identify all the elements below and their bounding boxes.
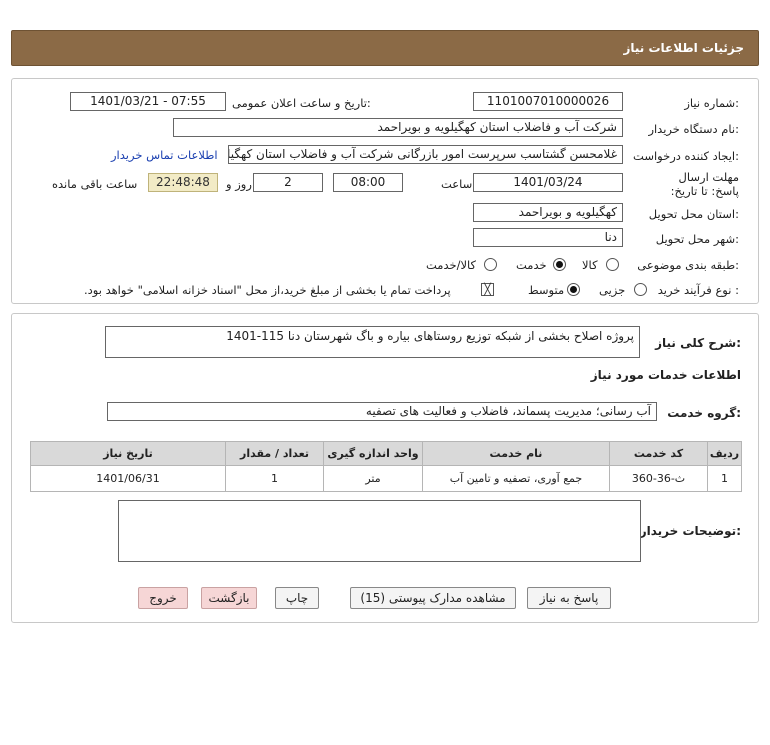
view-attachments-button[interactable]: مشاهده مدارک پیوستی (15) [350, 587, 516, 609]
city-label: شهر محل تحویل: [655, 232, 739, 246]
deadline-date-field: 1401/03/24 [473, 173, 623, 192]
category-service-label: خدمت [516, 258, 547, 272]
category-service-radio[interactable] [553, 258, 566, 271]
treasury-payment-checkbox[interactable]: ╳ [481, 283, 494, 296]
process-partial-radio[interactable] [634, 283, 647, 296]
service-group-field: آب رسانی؛ مدیریت پسماند، فاضلاب و فعالیت… [107, 402, 657, 421]
col-service-code-header: کد خدمت [609, 441, 708, 466]
print-button[interactable]: چاپ [275, 587, 319, 609]
announce-datetime-field: 1401/03/21 - 07:55 [70, 92, 226, 111]
category-goods-label: کالا [582, 258, 598, 272]
category-label: طبقه بندی موضوعی: [637, 258, 739, 272]
back-button[interactable]: بازگشت [201, 587, 257, 609]
buyer-notes-field [118, 500, 641, 562]
table-header-row: ردیف کد خدمت نام خدمت واحد اندازه گیری ت… [30, 441, 742, 466]
page-header: جزئیات اطلاعات نیاز [11, 30, 759, 66]
process-medium-label: متوسط [528, 283, 565, 297]
summary-field: پروژه اصلاح بخشی از شبکه توزیع روستاهای … [105, 326, 640, 358]
buyer-org-field: شرکت آب و فاضلاب استان کهگیلویه و بویراح… [173, 118, 623, 137]
page-title: جزئیات اطلاعات نیاز [623, 41, 744, 55]
deadline-time-field: 08:00 [333, 173, 403, 192]
col-service-name-header: نام خدمت [422, 441, 610, 466]
need-number-label: شماره نیاز: [684, 96, 739, 110]
col-unit-header: واحد اندازه گیری [323, 441, 423, 466]
remaining-time-field: 22:48:48 [148, 173, 218, 192]
col-row-header: ردیف [707, 441, 742, 466]
category-goods-service-label: کالا/خدمت [426, 258, 477, 272]
services-table: ردیف کد خدمت نام خدمت واحد اندازه گیری ت… [30, 441, 742, 492]
need-details-panel: شرح کلی نیاز: پروژه اصلاح بخشی از شبکه ت… [11, 313, 759, 623]
category-goods-service-radio[interactable] [484, 258, 497, 271]
need-date-cell: 1401/06/31 [30, 465, 226, 492]
need-number-field: 1101007010000026 [473, 92, 623, 111]
col-quantity-header: تعداد / مقدار [225, 441, 324, 466]
remaining-time-label: ساعت باقی مانده [52, 177, 138, 191]
province-field: کهگیلویه و بویراحمد [473, 203, 623, 222]
requester-field: غلامحسن گشتاسب سرپرست امور بازرگانی شرکت… [228, 145, 623, 164]
announce-datetime-label: تاریخ و ساعت اعلان عمومی: [232, 96, 371, 110]
row-number-cell: 1 [707, 465, 742, 492]
exit-button[interactable]: خروج [138, 587, 188, 609]
summary-label: شرح کلی نیاز: [655, 336, 741, 350]
deadline-time-label: ساعت [441, 177, 473, 191]
city-field: دنا [473, 228, 623, 247]
buyer-notes-label: توضیحات خریدار: [639, 524, 741, 538]
days-remaining-field: 2 [253, 173, 323, 192]
quantity-cell: 1 [225, 465, 324, 492]
buyer-contact-link[interactable]: اطلاعات تماس خریدار [111, 148, 218, 162]
process-medium-radio[interactable] [567, 283, 580, 296]
process-partial-label: جزیی [599, 283, 626, 297]
services-heading: اطلاعات خدمات مورد نیاز [590, 368, 741, 382]
deadline-label: مهلت ارسال پاسخ: تا تاریخ: [670, 170, 739, 198]
table-row: 1 ث-36-360 جمع آوری، تصفیه و تامین آب مت… [30, 465, 742, 492]
need-info-panel: شماره نیاز: 1101007010000026 تاریخ و ساع… [11, 78, 759, 304]
treasury-payment-note: پرداخت تمام یا بخشی از مبلغ خرید،از محل … [84, 283, 451, 297]
buyer-org-label: نام دستگاه خریدار: [648, 122, 739, 136]
days-label: روز و [226, 177, 252, 191]
unit-cell: متر [323, 465, 423, 492]
category-goods-radio[interactable] [606, 258, 619, 271]
service-name-cell: جمع آوری، تصفیه و تامین آب [422, 465, 610, 492]
process-type-label: نوع فرآیند خرید : [657, 283, 739, 297]
service-group-label: گروه خدمت: [667, 406, 741, 420]
province-label: استان محل تحویل: [648, 207, 739, 221]
service-code-cell: ث-36-360 [609, 465, 708, 492]
requester-label: ایجاد کننده درخواست: [633, 149, 739, 163]
col-need-date-header: تاریخ نیاز [30, 441, 226, 466]
reply-button[interactable]: پاسخ به نیاز [527, 587, 611, 609]
